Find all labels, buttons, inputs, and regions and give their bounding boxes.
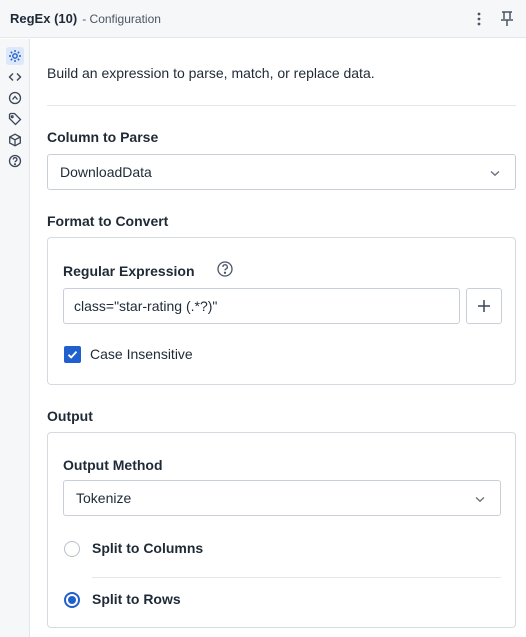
pin-icon[interactable] (499, 10, 515, 28)
side-rail (0, 39, 30, 637)
split-to-rows-radio[interactable] (64, 592, 80, 608)
output-method-select[interactable]: Tokenize (63, 480, 501, 516)
help-icon[interactable] (216, 260, 234, 278)
intro-text: Build an expression to parse, match, or … (47, 65, 375, 81)
help-icon[interactable] (6, 152, 24, 170)
output-method-value: Tokenize (76, 490, 132, 506)
regex-label: Regular Expression (63, 263, 195, 279)
case-insensitive-label[interactable]: Case Insensitive (90, 346, 193, 362)
tag-icon[interactable] (6, 110, 24, 128)
kebab-menu-icon[interactable] (472, 9, 486, 29)
cube-icon[interactable] (6, 131, 24, 149)
annotation-icon[interactable] (6, 89, 24, 107)
output-card: Output Method Tokenize Split to Columns … (47, 432, 516, 628)
output-label: Output (47, 408, 93, 424)
divider (92, 577, 501, 578)
code-icon[interactable] (6, 68, 24, 86)
plus-icon (478, 300, 490, 312)
split-to-columns-radio[interactable] (64, 541, 80, 557)
check-icon (67, 350, 78, 359)
regex-input[interactable] (63, 288, 460, 324)
add-token-button[interactable] (466, 288, 502, 324)
format-card: Regular Expression Case Insensitive (47, 237, 516, 385)
column-to-parse-label: Column to Parse (47, 129, 159, 145)
panel-subtitle: - Configuration (82, 12, 161, 26)
panel-header: RegEx (10) - Configuration (0, 0, 526, 38)
panel-title: RegEx (10) - Configuration (10, 11, 161, 26)
output-method-label: Output Method (63, 457, 163, 473)
chevron-down-icon (490, 170, 500, 177)
case-insensitive-checkbox[interactable] (64, 346, 81, 363)
divider (47, 105, 516, 106)
column-to-parse-select[interactable]: DownloadData (47, 154, 516, 190)
split-to-rows-label[interactable]: Split to Rows (92, 591, 181, 607)
format-to-convert-label: Format to Convert (47, 213, 169, 229)
split-to-columns-label[interactable]: Split to Columns (92, 540, 203, 556)
chevron-down-icon (475, 496, 485, 503)
tool-name: RegEx (10) (10, 11, 78, 26)
column-to-parse-value: DownloadData (60, 164, 152, 180)
gear-icon[interactable] (6, 47, 24, 65)
